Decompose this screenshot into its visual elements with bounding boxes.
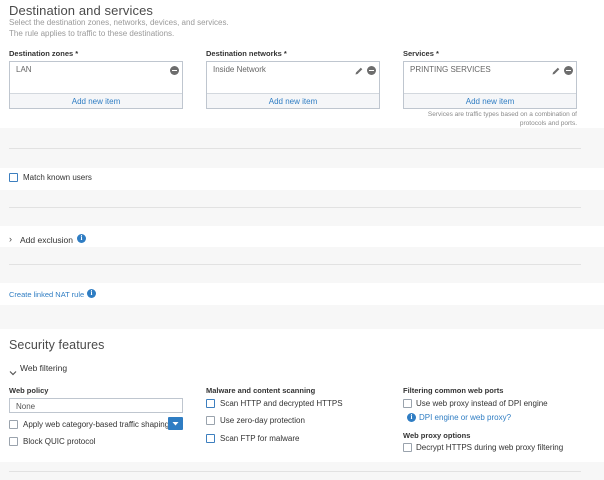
create-linked-nat-rule-link[interactable]: Create linked NAT rule [9,290,84,299]
services-hint-line-2: protocols and ports. [519,120,577,127]
destination-zones-add-button[interactable]: Add new item [10,93,182,108]
security-section-title: Security features [9,338,105,352]
info-icon[interactable]: i [77,234,86,243]
block-quic-checkbox[interactable] [9,437,18,446]
services-label: Services * [403,49,439,58]
web-policy-label: Web policy [9,386,49,395]
section-divider [0,190,604,226]
destination-section-title: Destination and services [9,3,154,18]
scan-http-label: Scan HTTP and decrypted HTTPS [220,399,343,408]
apply-traffic-shaping-label: Apply web category-based traffic shaping [23,420,170,429]
web-proxy-options-label: Web proxy options [403,431,471,440]
destination-networks-add-button[interactable]: Add new item [207,93,379,108]
use-web-proxy-checkbox[interactable] [403,399,412,408]
add-exclusion-toggle[interactable]: Add exclusion [20,235,73,245]
remove-icon[interactable] [170,66,179,75]
match-known-users-label: Match known users [23,173,92,182]
services-picker: PRINTING SERVICES Add new item [403,61,577,109]
scan-ftp-checkbox[interactable] [206,434,215,443]
dpi-engine-or-web-proxy-link[interactable]: DPI engine or web proxy? [419,413,511,422]
decrypt-https-label: Decrypt HTTPS during web proxy filtering [416,443,564,452]
edit-icon[interactable] [354,66,364,76]
scan-ftp-label: Scan FTP for malware [220,434,300,443]
malware-scanning-label: Malware and content scanning [206,386,316,395]
use-web-proxy-label: Use web proxy instead of DPI engine [416,399,548,408]
info-icon[interactable]: i [407,413,416,422]
divider-line [9,471,581,472]
remove-icon[interactable] [367,66,376,75]
zero-day-checkbox[interactable] [206,416,215,425]
scan-http-checkbox[interactable] [206,399,215,408]
block-quic-label: Block QUIC protocol [23,437,96,446]
destination-zones-picker: LAN Add new item [9,61,183,109]
destination-networks-value: Inside Network [213,65,266,74]
destination-networks-picker: Inside Network Add new item [206,61,380,109]
section-divider [0,247,604,283]
destination-networks-label: Destination networks * [206,49,287,58]
zero-day-label: Use zero-day protection [220,416,305,425]
info-icon[interactable]: i [87,289,96,298]
web-filtering-toggle[interactable]: Web filtering [20,363,67,373]
services-hint-line-1: Services are traffic types based on a co… [427,111,577,118]
remove-icon[interactable] [564,66,573,75]
filtering-web-ports-label: Filtering common web ports [403,386,504,395]
destination-zones-value: LAN [16,65,32,74]
decrypt-https-checkbox[interactable] [403,443,412,452]
match-known-users-checkbox[interactable] [9,173,18,182]
web-policy-value: None [16,402,36,411]
divider-line [9,207,581,208]
section-divider [0,305,604,329]
destination-zones-label: Destination zones * [9,49,79,58]
services-add-button[interactable]: Add new item [404,93,576,108]
apply-traffic-shaping-checkbox[interactable] [9,420,18,429]
traffic-shaping-dropdown-button[interactable] [168,417,183,430]
web-policy-select[interactable]: None [9,398,183,413]
services-hint: Services are traffic types based on a co… [400,110,577,128]
destination-subtitle-1: Select the destination zones, networks, … [9,18,229,27]
divider-line [9,148,581,149]
divider-line [9,264,581,265]
destination-subtitle-2: The rule applies to traffic to these des… [9,29,175,38]
chevron-right-icon[interactable]: › [9,234,12,244]
chevron-down-icon[interactable] [9,363,17,376]
services-value: PRINTING SERVICES [410,65,491,74]
edit-icon[interactable] [551,66,561,76]
